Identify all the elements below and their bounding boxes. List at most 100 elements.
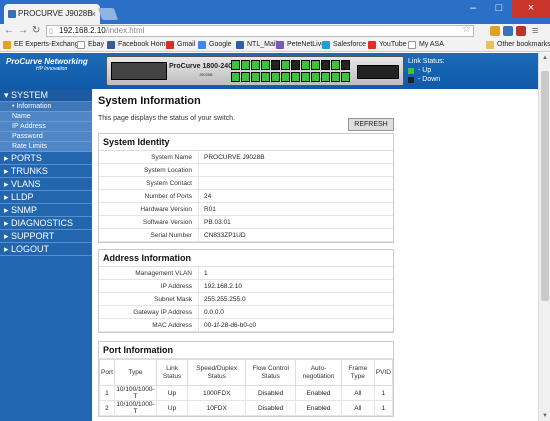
info-label: IP Address	[99, 280, 199, 292]
table-cell: Enabled	[295, 385, 342, 401]
address-info-title: Address Information	[99, 250, 393, 267]
port-table-header: Port Type Link Status Speed/Duplex Status Fl…	[99, 359, 394, 386]
table-cell: 1	[373, 400, 394, 416]
switch-port-led	[301, 72, 310, 82]
info-value	[199, 164, 204, 176]
scroll-up-icon[interactable]: ▲	[539, 55, 550, 61]
extension-icon[interactable]	[503, 26, 513, 36]
switch-port-led	[341, 60, 350, 70]
folder-icon	[486, 41, 494, 49]
bookmark-item[interactable]: YouTube	[368, 38, 407, 52]
switch-port-led	[251, 60, 260, 70]
port-table-body: 1 10/100/1000-T Up 1000FDX Disabled Enabled Al…	[99, 385, 394, 416]
bookmark-item[interactable]: EE Experts-Exchange	[3, 38, 82, 52]
info-label: Subnet Mask	[99, 293, 199, 305]
url-host: 192.168.2.10	[59, 26, 106, 35]
sidebar-subitem-rate-limits[interactable]: Rate Limits	[0, 142, 92, 152]
port-column-header: Type	[113, 359, 158, 386]
reload-icon[interactable]: ↻	[32, 24, 40, 38]
info-row: Gateway IP Address 0.0.0.0	[99, 306, 393, 319]
bookmark-star-icon[interactable]: ☆	[462, 24, 471, 36]
address-bar[interactable]: ▯ 192.168.2.10/index.html	[46, 25, 474, 37]
refresh-button[interactable]: REFRESH	[348, 118, 394, 131]
sidebar-item-lldp[interactable]: ▸ LLDP	[0, 191, 92, 204]
sidebar-subitem-password[interactable]: Password	[0, 132, 92, 142]
switch-port-led	[291, 72, 300, 82]
port-column-header: Auto-negotiation	[295, 359, 342, 386]
back-icon[interactable]: ←	[4, 24, 14, 38]
port-column-header: PVID	[373, 359, 394, 386]
info-value: PB.03.01	[204, 219, 231, 226]
info-row: Hardware Version R01	[99, 203, 393, 216]
table-cell: All	[340, 400, 375, 416]
new-tab-button[interactable]	[97, 8, 119, 20]
page-favicon-icon	[8, 10, 16, 18]
port-table: Port Type Link Status Speed/Duplex Status Fl…	[99, 359, 394, 416]
link-status-legend: Link Status: - Up - Down	[408, 57, 445, 84]
page-description: This page displays the status of your sw…	[98, 115, 235, 122]
switch-port-led	[231, 72, 240, 82]
minimize-icon[interactable]: –	[460, 0, 486, 18]
system-identity-title: System Identity	[99, 134, 393, 151]
sidebar-item-snmp[interactable]: ▸ SNMP	[0, 204, 92, 217]
sidebar-subitem-information[interactable]: • Information	[0, 102, 92, 112]
info-row: MAC Address 00-1f-28-d6-b0-c0	[99, 319, 393, 332]
table-cell: Up	[156, 400, 189, 416]
main-content: System Information This page displays th…	[92, 89, 538, 421]
extension-icon[interactable]	[490, 26, 500, 36]
sidebar-item-logout[interactable]: ▸ LOGOUT	[0, 243, 92, 256]
sidebar-subitem-ip-address[interactable]: IP Address	[0, 122, 92, 132]
extension-icon[interactable]	[516, 26, 526, 36]
sidebar-item-vlans[interactable]: ▸ VLANS	[0, 178, 92, 191]
info-row: Management VLAN 1	[99, 267, 393, 280]
vertical-scrollbar[interactable]: ▲ ▼	[538, 53, 550, 421]
link-down-label: - Down	[418, 76, 441, 83]
switch-port-led	[251, 72, 260, 82]
bookmark-item[interactable]: Google	[198, 38, 232, 52]
page-title: System Information	[98, 95, 201, 107]
tab-bar: PROCURVE J9028B × – □ ×	[0, 0, 550, 24]
switch-port-led	[241, 60, 250, 70]
sidebar-item-ports[interactable]: ▸ PORTS	[0, 152, 92, 165]
address-info-rows: Management VLAN 1 IP Address 192.168.2.10 Su…	[99, 267, 393, 332]
table-cell: 10FDX	[187, 400, 247, 416]
sidebar-item-support[interactable]: ▸ SUPPORT	[0, 230, 92, 243]
sidebar-item-system[interactable]: ▾ SYSTEM	[0, 89, 92, 102]
close-window-icon[interactable]: ×	[512, 0, 550, 18]
tab-title: PROCURVE J9028B	[18, 9, 93, 18]
sidebar-subitem-name[interactable]: Name	[0, 112, 92, 122]
scroll-down-icon[interactable]: ▼	[539, 413, 550, 419]
scrollbar-thumb[interactable]	[541, 71, 549, 301]
bookmark-item[interactable]: NTL_Mail	[236, 38, 277, 52]
link-down-swatch	[408, 76, 414, 83]
bookmark-item[interactable]: Ebay	[77, 38, 104, 52]
bookmark-favicon-icon	[368, 41, 376, 49]
bookmark-item[interactable]: Salesforce	[322, 38, 366, 52]
sidebar-item-trunks[interactable]: ▸ TRUNKS	[0, 165, 92, 178]
other-bookmarks[interactable]: Other bookmarks	[486, 38, 550, 52]
switch-port-led	[271, 72, 280, 82]
table-cell: 1	[373, 385, 394, 401]
bookmark-item[interactable]: Facebook Home	[107, 38, 169, 52]
maximize-icon[interactable]: □	[486, 0, 512, 18]
switch-port-led	[341, 72, 350, 82]
info-label: Software Version	[99, 216, 199, 228]
table-row: 1 10/100/1000-T Up 1000FDX Disabled Enabled Al…	[99, 385, 394, 401]
bookmark-favicon-icon	[236, 41, 244, 49]
url-path: /index.html	[105, 26, 145, 35]
bookmark-item[interactable]: My ASA	[408, 38, 444, 52]
info-label: System Location	[99, 164, 199, 176]
close-tab-icon[interactable]: ×	[91, 4, 96, 24]
sidebar-item-diagnostics[interactable]: ▸ DIAGNOSTICS	[0, 217, 92, 230]
bookmark-item[interactable]: PeteNetLive	[276, 38, 325, 52]
info-label: Serial Number	[99, 229, 199, 241]
menu-icon[interactable]: ≡	[532, 24, 538, 38]
forward-icon[interactable]: →	[18, 24, 28, 38]
address-info-panel: Address Information Management VLAN 1 IP A…	[98, 249, 394, 333]
browser-tab[interactable]: PROCURVE J9028B ×	[4, 4, 100, 24]
switch-port-led	[311, 60, 320, 70]
table-row: 2 10/100/1000-T Up 10FDX Disabled Enabled All 1	[99, 400, 394, 416]
bookmark-item[interactable]: Gmail	[166, 38, 195, 52]
window-controls: – □ ×	[460, 0, 550, 20]
bookmark-favicon-icon	[322, 41, 330, 49]
